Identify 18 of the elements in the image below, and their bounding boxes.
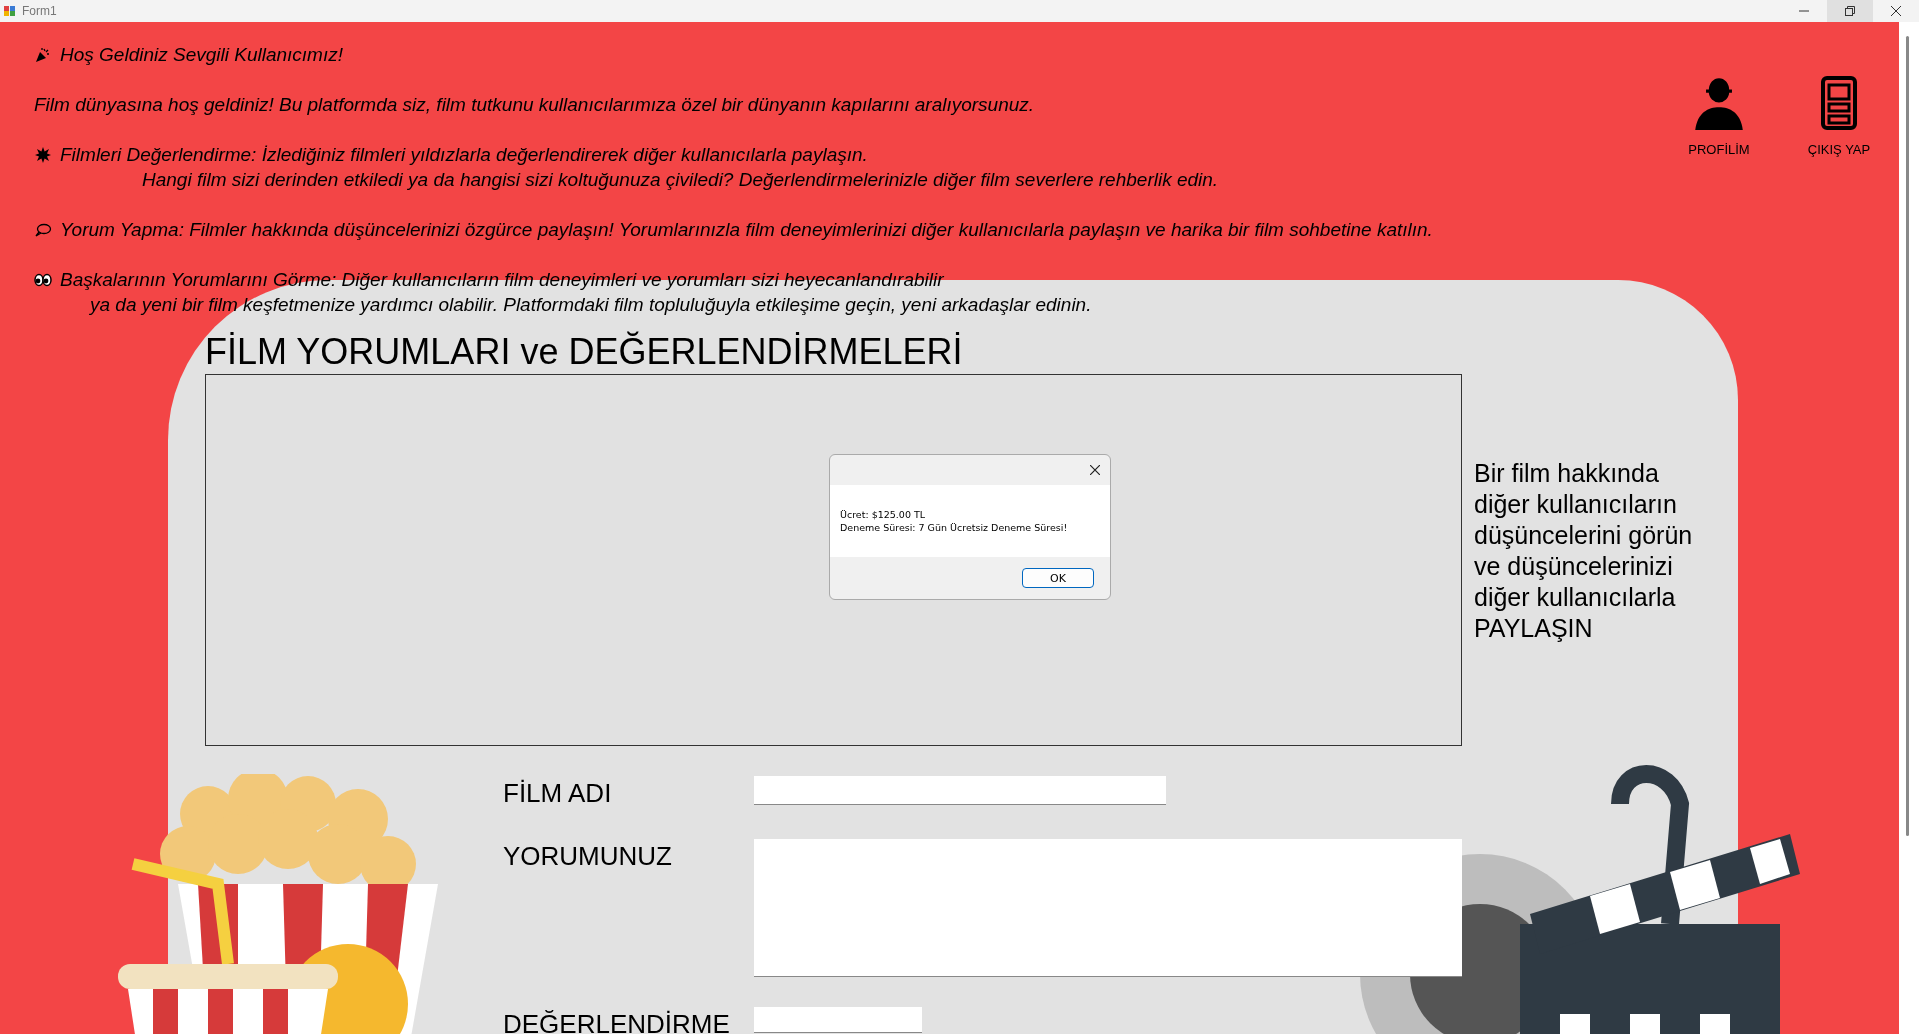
field-label: FİLM ADI	[503, 777, 613, 809]
window-title: Form1	[22, 4, 57, 18]
intro-text: Hangi film sizi derinden etkiledi ya da hangisi sizi koltuğunuza çiviledi? Değerlendirmelerinizle diğer film severlere rehberlik edin.	[142, 168, 1219, 191]
intro-text: ya da yeni bir film keşfetmenize yardımcı olabilir. Platformdaki film topluluğuyla etkileşime geçin, yeni arkadaşlar edinin.	[90, 293, 1092, 316]
field-label: YORUMUNUZ	[503, 840, 673, 872]
intro-text: Hoş Geldiniz Sevgili Kullanıcımız!	[60, 43, 343, 66]
intro-text: Film dünyasına hoş geldiniz! Bu platformda siz, film tutkunu kullanıcılarımıza özel bir dünyanın kapılarını aralıyorsunuz.	[34, 93, 1035, 116]
side-text: Bir film hakkında diğer kullanıcıların düşüncelerini görün ve düşüncelerinizi diğer kullanıcılarla PAYLAŞIN	[1474, 458, 1694, 644]
ok-button[interactable]: OK	[1022, 568, 1094, 588]
section-heading: FİLM YORUMLARI ve DEĞERLENDİRMELERİ	[205, 330, 964, 374]
field-label: DEĞERLENDİRME	[503, 1008, 731, 1034]
logout-button[interactable]: ÇIKIŞ YAP	[1799, 76, 1879, 157]
dialog-message: Ücret: $125.00 TL	[840, 508, 927, 521]
intro-text: Yorum Yapma: Filmler hakkında düşüncelerinizi özgürce paylaşın! Yorumlarınızla film deneyimlerinizi diğer kullanıcılarla paylaşın ve harika bir film sohbetine katılın.	[60, 218, 1433, 241]
intro-text: Filmleri Değerlendirme: İzlediğiniz filmleri yıldızlarla değerlendirerek diğer kullanıcılarla paylaşın.	[60, 143, 868, 166]
comments-list[interactable]: Ücret: $125.00 TL Deneme Süresi: 7 Gün Ücretsiz Deneme Süresi! OK	[205, 374, 1462, 746]
profile-button[interactable]: PROFİLİM	[1679, 76, 1759, 157]
dialog-message: Deneme Süresi: 7 Gün Ücretsiz Deneme Süresi!	[840, 521, 1069, 534]
